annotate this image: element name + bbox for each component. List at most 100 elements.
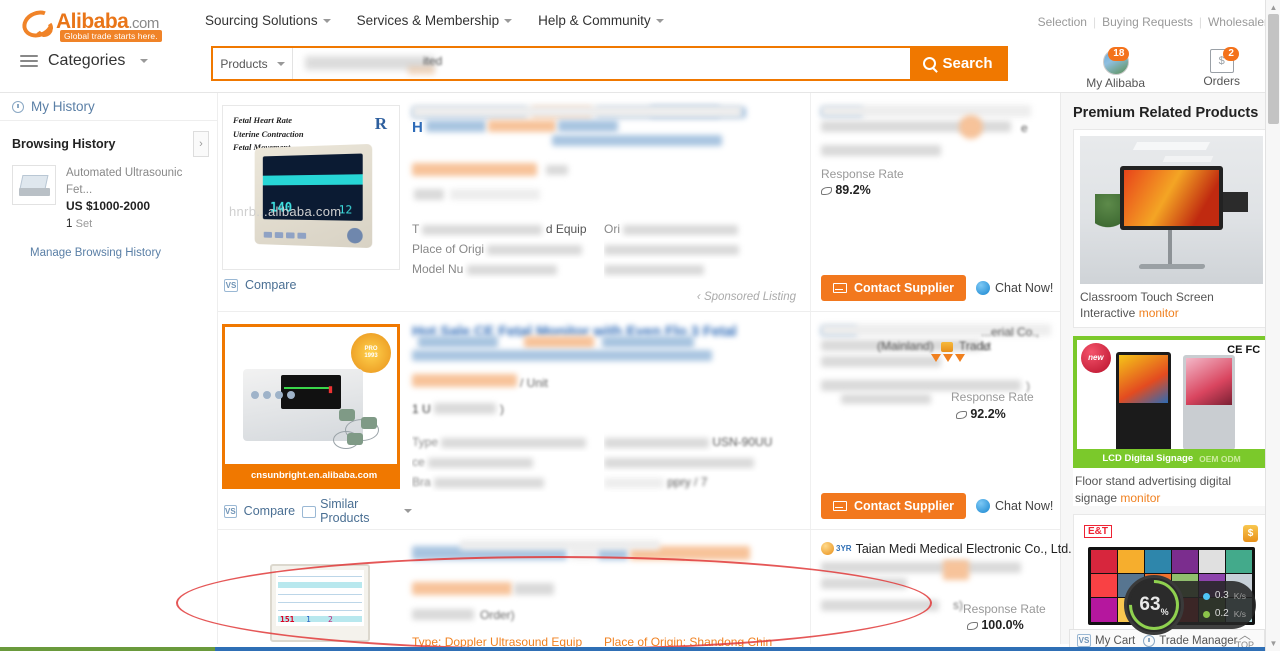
premium-product-caption[interactable]: Classroom Touch Screen Interactive monit… (1080, 289, 1263, 321)
result-card[interactable]: 151 1 2 Order) Type: Doppler Ultrasound … (218, 530, 1072, 649)
browsing-history-row: Browsing History › (0, 121, 217, 163)
trade-manager-label: Trade Manager (1159, 634, 1238, 647)
attribute-row: Place of Origi (412, 239, 796, 259)
nav-item-sourcing-solutions[interactable]: Sourcing Solutions (205, 13, 331, 28)
header-top-bar: Alibaba.com Global trade starts here. So… (0, 0, 1280, 44)
caption-keyword: monitor (1138, 306, 1179, 321)
chevron-down-icon (404, 509, 412, 513)
attribute-key: Model Nu (412, 262, 464, 276)
nav-label: Sourcing Solutions (205, 13, 318, 28)
result-image-column: 151 1 2 (218, 530, 412, 646)
product-image[interactable]: PRO1993 ▮ S cnsunbright.en.alibaba.com (222, 324, 400, 489)
download-value: 0.2 (1214, 608, 1229, 619)
compare-row: VS Compare (222, 270, 412, 300)
supplier-name[interactable]: 3YR Taian Medi Medical Electronic Co., Lt… (821, 542, 1072, 556)
chat-icon (976, 281, 991, 295)
my-alibaba-button[interactable]: 18 My Alibaba (1086, 47, 1145, 90)
upload-icon (1202, 592, 1210, 600)
orders-button[interactable]: $ 2 Orders (1203, 47, 1240, 88)
new-badge-icon: new (1080, 342, 1111, 373)
professional-badge-icon: PRO 1993 (351, 333, 391, 373)
product-image[interactable]: Fetal Heart Rate Uterine Contraction Fet… (222, 105, 400, 270)
upload-unit: K/s (1233, 591, 1246, 601)
premium-product-card[interactable]: new CE FC LCD Digital Signage OEM ODM Fl… (1073, 336, 1270, 506)
chat-now-label: Chat Now! (995, 281, 1054, 295)
result-detail-column: H T d Equip Ori Place of Origi Model Nu … (412, 93, 810, 311)
chat-now-button[interactable]: Chat Now! (976, 499, 1053, 513)
network-speed-widget[interactable]: 63% 0.3 K/s 0.2 K/s (1124, 575, 1256, 635)
link-buying-requests[interactable]: Buying Requests (1102, 15, 1193, 29)
moq-fragment: Order) (480, 608, 515, 622)
signage-banner: LCD Digital Signage OEM ODM (1073, 449, 1270, 469)
trend-icon (821, 185, 832, 195)
result-card[interactable]: Fetal Heart Rate Uterine Contraction Fet… (218, 93, 1060, 312)
attribute-cell: USN-90UU (604, 432, 796, 452)
attribute-row: Model Nu (412, 259, 796, 279)
search-scope-select[interactable]: Products (213, 48, 293, 79)
logo-tagline: Global trade starts here. (60, 30, 162, 42)
page-body: My History Browsing History › Automated … (0, 93, 1280, 649)
search-input[interactable]: ited 0000 (293, 48, 910, 79)
caption-line: Uterine Contraction (233, 128, 304, 139)
browsing-history-next-button[interactable]: › (193, 131, 209, 157)
vertical-scrollbar[interactable]: ▲ ▼ (1265, 0, 1280, 651)
product-title[interactable] (412, 540, 796, 576)
attribute-cell (604, 452, 796, 472)
attribute-cell: Type (412, 432, 604, 452)
compare-link[interactable]: Compare (245, 278, 296, 292)
manage-browsing-history-link[interactable]: Manage Browsing History (0, 233, 217, 259)
search-button-label: Search (942, 55, 993, 72)
nav-item-help-community[interactable]: Help & Community (538, 13, 664, 28)
left-sidebar: My History Browsing History › Automated … (0, 93, 218, 644)
link-wholesaler[interactable]: Wholesaler (1208, 15, 1268, 29)
product-price (412, 582, 796, 604)
alibaba-logo[interactable]: Alibaba.com Global trade starts here. (18, 5, 200, 43)
upload-value: 0.3 (1214, 590, 1229, 601)
trade-manager-button[interactable]: Trade Manager (1143, 634, 1238, 647)
response-rate-label: Response Rate (821, 167, 904, 181)
chat-now-label: Chat Now! (995, 499, 1054, 513)
download-icon (1202, 610, 1210, 618)
search-scope-label: Products (220, 56, 268, 71)
product-title[interactable]: Hot Sale CE Fetal Monitor with Even Flo … (412, 324, 796, 370)
categories-button[interactable]: Categories (20, 52, 149, 70)
attribute-cell: Model Nu (412, 259, 604, 279)
search-bar: Products ited 0000 Search (211, 46, 1008, 81)
scroll-up-arrow-icon[interactable]: ▲ (1268, 2, 1279, 13)
store-url-label: cnsunbright.en.alibaba.com (225, 464, 397, 486)
browsing-history-item[interactable]: Automated Ultrasounic Fet... US $1000-20… (0, 163, 217, 233)
attribute-key: Type (412, 435, 439, 449)
my-history-header: My History (0, 93, 217, 121)
premium-product-image: new CE FC LCD Digital Signage OEM ODM (1073, 336, 1270, 469)
browser-bottom-strip (0, 647, 1265, 651)
premium-product-caption[interactable]: Floor stand advertising digital signage … (1073, 473, 1270, 505)
similar-products-link[interactable]: Similar Products (320, 497, 392, 525)
search-button[interactable]: Search (910, 48, 1006, 79)
supplier-location: (Mainland) (877, 339, 934, 353)
chat-now-button[interactable]: Chat Now! (976, 281, 1053, 295)
supplier-name-fragment: ...erial Co., Lt (981, 325, 1040, 353)
supplier-actions: Contact Supplier Chat Now! (821, 275, 1053, 301)
scroll-down-arrow-icon[interactable]: ▼ (1268, 638, 1279, 649)
contact-supplier-button[interactable]: Contact Supplier (821, 275, 967, 301)
premium-product-card[interactable]: Classroom Touch Screen Interactive monit… (1073, 129, 1270, 329)
result-card[interactable]: PRO1993 ▮ S cnsunbright.en.alibaba.com V… (218, 312, 1060, 530)
attribute-cell (604, 259, 796, 279)
product-image[interactable]: 151 1 2 (222, 542, 400, 646)
my-cart-button[interactable]: VS My Cart (1077, 634, 1135, 647)
nav-label: Help & Community (538, 13, 651, 28)
my-history-label: My History (31, 99, 95, 114)
nav-item-services-membership[interactable]: Services & Membership (357, 13, 513, 28)
product-title[interactable]: H (412, 105, 796, 157)
contact-supplier-button[interactable]: Contact Supplier (821, 493, 967, 519)
link-selection[interactable]: Selection (1038, 15, 1087, 29)
product-attributes: T d Equip Ori Place of Origi Model Nu (412, 219, 796, 279)
attribute-row: ce (412, 452, 796, 472)
trend-icon (956, 409, 967, 419)
image-watermark: hnrb...alibaba.com (229, 204, 342, 219)
attribute-cell: ppry / 7 (604, 472, 796, 492)
progress-ring: 63% (1124, 575, 1184, 635)
supplier-actions: Contact Supplier Chat Now! (821, 493, 1053, 519)
compare-link[interactable]: Compare (244, 504, 295, 518)
scrollbar-thumb[interactable] (1268, 14, 1279, 124)
